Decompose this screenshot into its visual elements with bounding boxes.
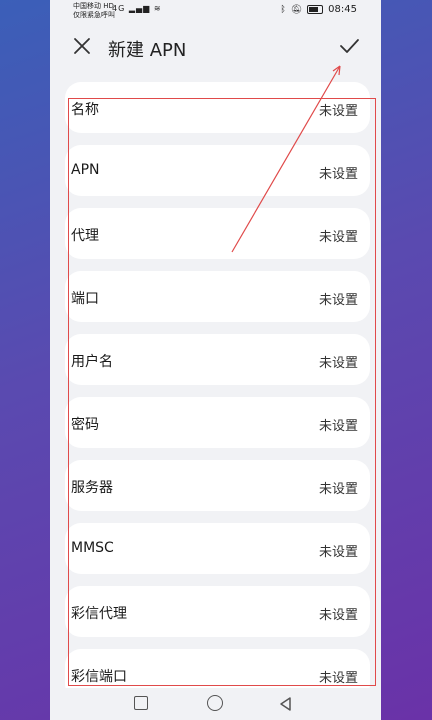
row-value: 未设置 (318, 482, 358, 497)
row-value: 未设置 (318, 608, 358, 623)
triangle-back-icon[interactable] (278, 696, 294, 712)
row-label: 代理 (71, 228, 99, 244)
apn-proxy-row[interactable]: 代理 未设置 (65, 208, 370, 259)
row-value: 未设置 (318, 356, 358, 371)
network-type: 4G (112, 4, 126, 13)
row-value: 未设置 (318, 671, 358, 686)
carrier-name: 中国移动 HD (73, 2, 114, 10)
apn-username-row[interactable]: 用户名 未设置 (65, 334, 370, 385)
row-value: 未设置 (318, 293, 358, 308)
row-value: 未设置 (318, 230, 358, 245)
signal-icon: ▂▄▆ (128, 4, 151, 13)
system-nav-bar (50, 688, 381, 720)
wifi-icon: ≋ (153, 4, 162, 13)
apn-mms-proxy-row[interactable]: 彩信代理 未设置 (65, 586, 370, 637)
phone-screen: 中国移动 HD 仅限紧急呼叫 4G ▂▄▆ ≋ ᛒ 🔕︎ 08:45 新建 AP… (50, 0, 381, 720)
circle-icon[interactable] (207, 695, 223, 711)
apn-name-row[interactable]: 名称 未设置 (65, 82, 370, 133)
row-label: 彩信端口 (71, 669, 127, 685)
save-button[interactable] (337, 34, 361, 58)
status-right: ᛒ 🔕︎ 08:45 (280, 4, 357, 15)
apn-mmsc-row[interactable]: MMSC 未设置 (65, 523, 370, 574)
row-label: 名称 (71, 102, 99, 118)
row-value: 未设置 (318, 104, 358, 119)
close-button[interactable] (70, 34, 94, 58)
row-label: 服务器 (71, 480, 113, 496)
check-icon (340, 39, 359, 53)
apn-password-row[interactable]: 密码 未设置 (65, 397, 370, 448)
row-label: 密码 (71, 417, 99, 433)
apn-server-row[interactable]: 服务器 未设置 (65, 460, 370, 511)
close-icon (74, 38, 90, 54)
row-value: 未设置 (318, 419, 358, 434)
apn-apn-row[interactable]: APN 未设置 (65, 145, 370, 196)
clock: 08:45 (328, 4, 357, 15)
row-value: 未设置 (318, 167, 358, 182)
apn-port-row[interactable]: 端口 未设置 (65, 271, 370, 322)
page-title: 新建 APN (108, 40, 187, 61)
carrier-info: 中国移动 HD 仅限紧急呼叫 (73, 2, 115, 20)
status-bar: 中国移动 HD 仅限紧急呼叫 4G ▂▄▆ ≋ ᛒ 🔕︎ 08:45 (50, 0, 381, 22)
row-label: 用户名 (71, 354, 113, 370)
square-icon[interactable] (134, 696, 148, 710)
row-value: 未设置 (318, 545, 358, 560)
row-label: 彩信代理 (71, 606, 127, 622)
bluetooth-icon: ᛒ (280, 4, 286, 15)
app-bar: 新建 APN (50, 22, 381, 74)
row-label: 端口 (71, 291, 99, 307)
battery-icon (307, 5, 324, 14)
signal-icons: 4G ▂▄▆ ≋ (112, 4, 162, 13)
mute-icon: 🔕︎ (290, 4, 303, 15)
row-label: MMSC (71, 540, 114, 556)
row-label: APN (71, 162, 100, 178)
apn-settings-list: 名称 未设置 APN 未设置 代理 未设置 端口 未设置 用户名 未设置 密码 … (65, 82, 370, 712)
emergency-only: 仅限紧急呼叫 (73, 11, 115, 19)
